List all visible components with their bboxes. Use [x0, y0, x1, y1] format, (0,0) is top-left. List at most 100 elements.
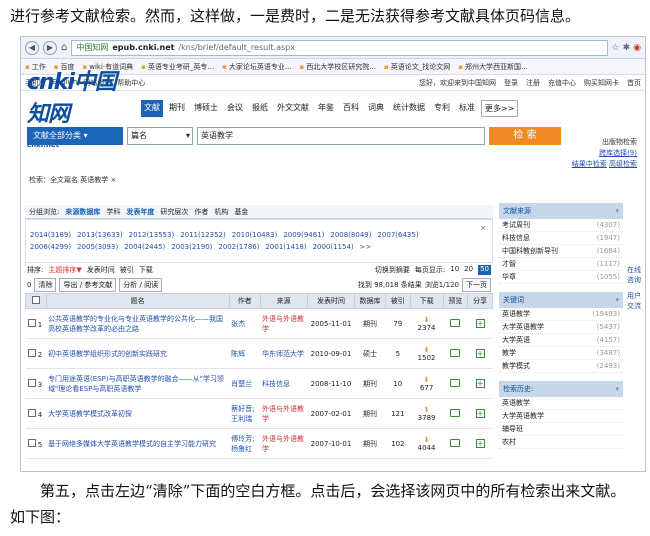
- tab-newspapers[interactable]: 报纸: [249, 100, 271, 117]
- facet-item[interactable]: 教学 (3487): [499, 347, 623, 360]
- close-icon[interactable]: ×: [110, 176, 116, 184]
- preview-icon[interactable]: [450, 438, 461, 447]
- row-checkbox[interactable]: [27, 408, 36, 417]
- col-share[interactable]: 分享: [467, 293, 493, 309]
- preview-icon[interactable]: [450, 378, 461, 387]
- year-link[interactable]: 2003(2190): [171, 241, 212, 253]
- row-author[interactable]: 陈辉: [229, 338, 260, 369]
- edge-link[interactable]: 咨询: [627, 275, 645, 285]
- row-cited[interactable]: 79: [385, 308, 411, 339]
- row-author[interactable]: 张杰: [229, 308, 260, 339]
- year-more-link[interactable]: >>: [360, 241, 372, 253]
- row-source[interactable]: 外语与外语教学: [260, 398, 308, 429]
- row-cited[interactable]: 10: [385, 368, 411, 399]
- facet-item[interactable]: 考试周刊 (4307): [499, 219, 623, 232]
- row-source[interactable]: 外语与外语教学: [260, 428, 308, 459]
- edge-link[interactable]: 在线: [627, 265, 645, 275]
- clear-button[interactable]: 清除: [34, 278, 57, 292]
- source-panel-title[interactable]: 文献来源: [499, 203, 623, 219]
- download-icon[interactable]: ⬇: [424, 376, 430, 384]
- col-db[interactable]: 数据库: [354, 293, 386, 309]
- row-title[interactable]: 基于网络多媒体大学英语教学模式的自主学习能力研究: [46, 428, 230, 459]
- tab-yearbooks[interactable]: 年鉴: [315, 100, 337, 117]
- tab-foreign[interactable]: 外文文献: [274, 100, 312, 117]
- row-source[interactable]: 华东师范大学: [260, 338, 308, 369]
- sort-downloads[interactable]: 下载: [139, 265, 153, 275]
- facet-item[interactable]: 科技信息 (1947): [499, 232, 623, 245]
- row-cited[interactable]: 102: [385, 428, 411, 459]
- page-size-20[interactable]: 20: [464, 265, 473, 275]
- all-category-dropdown[interactable]: 文献全部分类 ▾: [27, 127, 123, 145]
- row-checkbox[interactable]: [27, 438, 36, 447]
- bookmark[interactable]: 英语论文_找论文网: [384, 62, 451, 72]
- year-link[interactable]: 2012(13553): [129, 229, 175, 241]
- row-cited[interactable]: 5: [385, 338, 411, 369]
- back-icon[interactable]: ◀: [25, 40, 39, 55]
- facet-item[interactable]: 英语教学 (19493): [499, 308, 623, 321]
- search-field-select[interactable]: 篇名 ▾: [127, 127, 193, 145]
- col-downloads[interactable]: 下载: [409, 293, 444, 309]
- search-engine-icon[interactable]: ◉: [633, 43, 641, 53]
- tab-more[interactable]: 更多>>: [481, 99, 519, 117]
- row-title[interactable]: 初中英语教学组织形式的创新实践研究: [46, 338, 230, 369]
- col-preview[interactable]: 预览: [442, 293, 469, 309]
- recharge-link[interactable]: 充值中心: [548, 78, 576, 88]
- preview-icon[interactable]: [450, 348, 461, 357]
- facet-item[interactable]: 大学英语 (4157): [499, 334, 623, 347]
- col-title[interactable]: 题名: [45, 293, 230, 309]
- row-author[interactable]: 傅玲芳;杨鲁红: [229, 428, 260, 459]
- row-cited[interactable]: 121: [385, 398, 411, 429]
- col-author[interactable]: 作者: [228, 293, 261, 309]
- page-size-10[interactable]: 10: [450, 265, 459, 275]
- facet-item[interactable]: 华章 (1055): [499, 271, 623, 284]
- row-checkbox[interactable]: [27, 348, 36, 357]
- group-option[interactable]: 基金: [234, 207, 248, 217]
- share-icon[interactable]: +: [475, 409, 485, 418]
- bookmark[interactable]: 西北大学校区研究院...: [300, 62, 376, 72]
- search-button[interactable]: 检 索: [489, 127, 561, 145]
- analyze-button[interactable]: 分析 / 阅读: [119, 278, 163, 292]
- col-cited[interactable]: 被引: [384, 293, 411, 309]
- download-icon[interactable]: ⬇: [424, 316, 430, 324]
- row-title[interactable]: 专门用途英语(ESP)与高职英语教学的融合——从"学习领域"理论看ESP与高职英…: [46, 368, 230, 399]
- keyword-panel-title[interactable]: 关键词: [499, 292, 623, 308]
- download-icon[interactable]: ⬇: [424, 436, 430, 444]
- row-checkbox[interactable]: [27, 318, 36, 327]
- select-all-checkbox[interactable]: [31, 296, 40, 304]
- tab-theses[interactable]: 博硕士: [191, 100, 221, 117]
- history-item[interactable]: 大学英语教学: [499, 410, 623, 423]
- facet-item[interactable]: 大学英语教学 (5437): [499, 321, 623, 334]
- tab-standards[interactable]: 标准: [456, 100, 478, 117]
- forward-icon[interactable]: ▶: [43, 40, 57, 55]
- download-icon[interactable]: ⬇: [424, 346, 430, 354]
- tab-journals[interactable]: 期刊: [166, 100, 188, 117]
- share-icon[interactable]: +: [475, 439, 485, 448]
- facet-item[interactable]: 中国科教创新导刊 (1684): [499, 245, 623, 258]
- bookmark[interactable]: 郑州大学西亚斯国...: [458, 62, 528, 72]
- tab-conferences[interactable]: 会议: [224, 100, 246, 117]
- facet-item[interactable]: 教学模式 (2493): [499, 360, 623, 373]
- share-icon[interactable]: +: [475, 349, 485, 358]
- sort-topic[interactable]: 主题排序▼: [48, 265, 81, 275]
- buy-card-link[interactable]: 购买知网卡: [584, 78, 619, 88]
- col-date[interactable]: 发表时间: [306, 293, 356, 309]
- row-checkbox[interactable]: [27, 378, 36, 387]
- year-link[interactable]: 2006(4299): [30, 241, 71, 253]
- history-item[interactable]: 农村: [499, 436, 623, 449]
- year-link[interactable]: 2011(12352): [180, 229, 226, 241]
- tab-documents[interactable]: 文献: [141, 99, 163, 117]
- row-author[interactable]: 蔡好音;王利瑞: [229, 398, 260, 429]
- year-link[interactable]: 2004(2445): [124, 241, 165, 253]
- home-link[interactable]: 首页: [627, 78, 641, 88]
- year-link[interactable]: 2009(9461): [283, 229, 324, 241]
- group-option[interactable]: 机构: [214, 207, 228, 217]
- row-author[interactable]: 肖楚兰: [229, 368, 260, 399]
- row-source[interactable]: 外语与外语教学: [260, 308, 308, 339]
- year-link[interactable]: 2008(8049): [330, 229, 371, 241]
- next-page-button[interactable]: 下一页: [462, 278, 491, 292]
- register-link[interactable]: 注册: [526, 78, 540, 88]
- close-icon[interactable]: ×: [480, 222, 486, 234]
- year-link[interactable]: 2002(1786): [218, 241, 259, 253]
- cross-db-link[interactable]: 跨库选择(9): [572, 148, 637, 159]
- advanced-search-link[interactable]: 高级检索: [609, 160, 637, 168]
